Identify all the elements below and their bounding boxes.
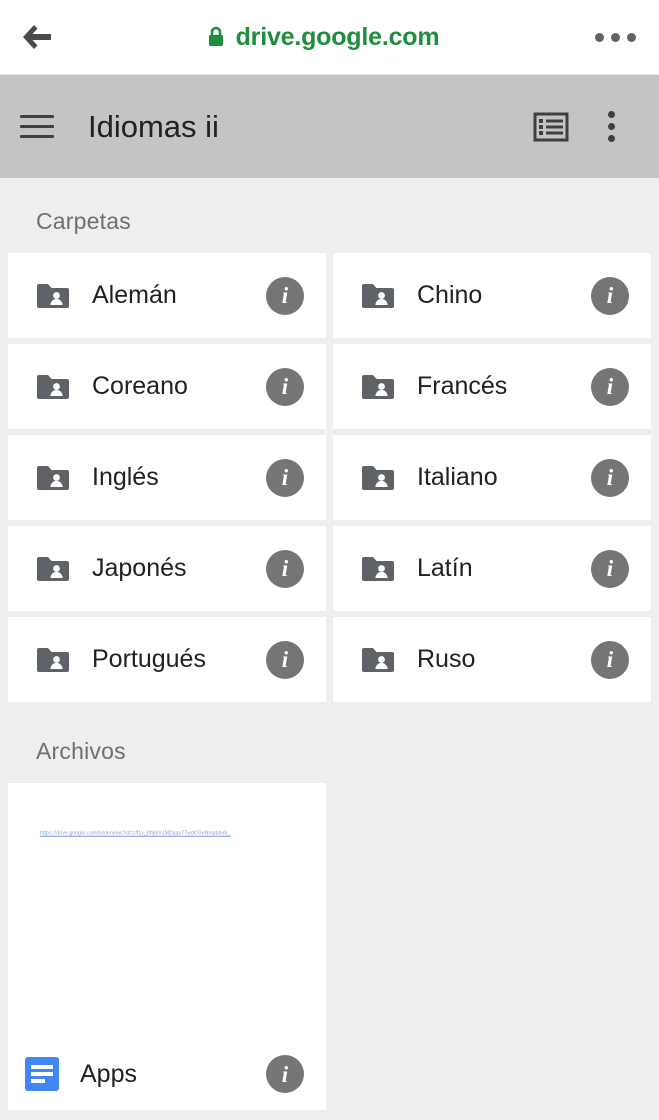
hamburger-menu-icon[interactable]	[0, 75, 74, 178]
more-vertical-icon	[607, 111, 615, 142]
shared-folder-icon	[362, 647, 394, 672]
folder-card[interactable]: Ruso i	[333, 617, 651, 702]
folder-card[interactable]: Inglés i	[8, 435, 326, 520]
shared-folder-icon	[37, 556, 69, 581]
folder-name: Portugués	[92, 645, 206, 673]
folder-card[interactable]: Japonés i	[8, 526, 326, 611]
shared-folder-icon	[362, 283, 394, 308]
lock-icon	[208, 26, 223, 46]
shared-folder-icon	[37, 283, 69, 308]
shared-folder-icon	[37, 465, 69, 490]
google-docs-icon	[25, 1057, 59, 1091]
list-view-icon	[533, 112, 569, 141]
folders-section-title: Carpetas	[36, 208, 131, 234]
browser-back-button[interactable]	[0, 0, 74, 74]
shared-folder-icon	[362, 465, 394, 490]
shared-folder-icon	[362, 556, 394, 581]
folder-info-button[interactable]: i	[266, 640, 304, 679]
file-card[interactable]: https://drive.google.com/folderview?id=1…	[8, 783, 326, 1110]
folder-name: Italiano	[417, 463, 498, 491]
folder-name: Alemán	[92, 281, 177, 309]
folder-name: Ruso	[417, 645, 476, 673]
more-horizontal-icon	[610, 32, 620, 42]
url-text: drive.google.com	[235, 22, 440, 51]
app-screen: drive.google.com Idiomas ii Carpetas Ale…	[0, 0, 659, 1120]
browser-bar: drive.google.com	[0, 0, 659, 75]
folder-card[interactable]: Italiano i	[333, 435, 651, 520]
file-thumbnail: https://drive.google.com/folderview?id=1…	[8, 783, 326, 1038]
files-section-title: Archivos	[36, 738, 126, 764]
file-info-button[interactable]: i	[266, 1055, 304, 1093]
browser-menu-button[interactable]	[571, 0, 659, 74]
folder-name: Inglés	[92, 463, 159, 491]
folder-card[interactable]: Coreano i	[8, 344, 326, 429]
folder-info-button[interactable]: i	[591, 640, 629, 679]
folder-info-button[interactable]: i	[266, 458, 304, 497]
content-area: Carpetas Alemán i Chino i Coreano i Fran…	[0, 178, 659, 1110]
shared-folder-icon	[362, 374, 394, 399]
folder-card[interactable]: Alemán i	[8, 253, 326, 338]
folder-name: Latín	[417, 554, 473, 582]
folder-info-button[interactable]: i	[266, 367, 304, 406]
folder-info-button[interactable]: i	[591, 276, 629, 315]
back-arrow-icon	[23, 25, 51, 49]
folder-info-button[interactable]: i	[591, 549, 629, 588]
app-header: Idiomas ii	[0, 75, 659, 178]
folders-grid: Alemán i Chino i Coreano i Francés i Ing…	[0, 253, 659, 708]
folder-info-button[interactable]: i	[266, 549, 304, 588]
folder-card[interactable]: Chino i	[333, 253, 651, 338]
folder-info-button[interactable]: i	[266, 276, 304, 315]
folder-card[interactable]: Francés i	[333, 344, 651, 429]
file-name: Apps	[80, 1059, 137, 1088]
folder-name: Japonés	[92, 554, 187, 582]
folder-info-button[interactable]: i	[591, 367, 629, 406]
folder-name: Coreano	[92, 372, 188, 400]
more-horizontal-icon	[594, 32, 604, 42]
shared-folder-icon	[37, 374, 69, 399]
folder-card[interactable]: Latín i	[333, 526, 651, 611]
shared-folder-icon	[37, 647, 69, 672]
folder-name: Francés	[417, 372, 508, 400]
app-overflow-menu-button[interactable]	[581, 75, 641, 178]
folder-info-button[interactable]: i	[591, 458, 629, 497]
page-title: Idiomas ii	[88, 108, 219, 144]
url-bar[interactable]: drive.google.com	[74, 23, 571, 52]
file-row[interactable]: Apps i	[8, 1038, 326, 1110]
folder-card[interactable]: Portugués i	[8, 617, 326, 702]
folder-name: Chino	[417, 281, 483, 309]
list-view-toggle-button[interactable]	[521, 75, 581, 178]
thumbnail-link-text: https://drive.google.com/folderview?id=1…	[40, 830, 231, 837]
more-horizontal-icon	[626, 32, 636, 42]
